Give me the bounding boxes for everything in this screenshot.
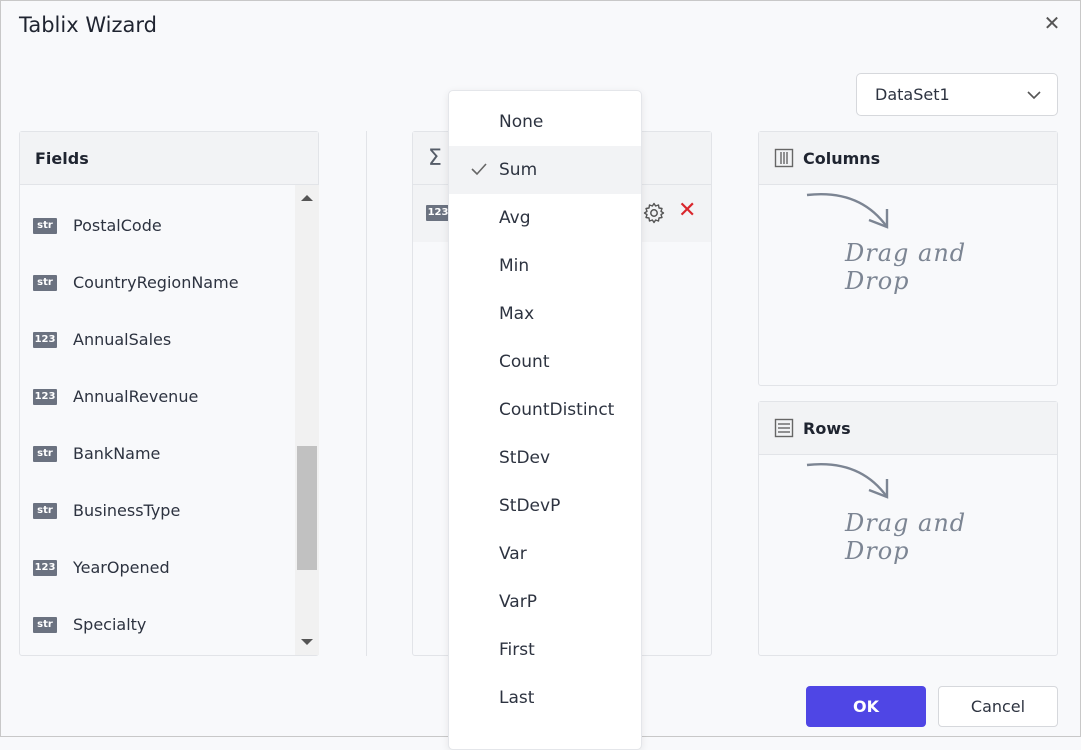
menu-item-label: Min xyxy=(499,256,530,276)
menu-item-first[interactable]: First xyxy=(449,626,641,674)
menu-item-min[interactable]: Min xyxy=(449,242,641,290)
menu-item-varp[interactable]: VarP xyxy=(449,578,641,626)
columns-icon xyxy=(774,148,794,168)
cancel-button[interactable]: Cancel xyxy=(938,686,1058,727)
ok-button[interactable]: OK xyxy=(806,686,926,727)
menu-item-count[interactable]: Count xyxy=(449,338,641,386)
number-type-icon: 123 xyxy=(426,205,450,221)
fields-panel: Fields str PostalCode str CountryRegionName… xyxy=(19,131,319,656)
scroll-thumb[interactable] xyxy=(297,446,317,570)
field-item[interactable]: str Specialty xyxy=(20,596,295,653)
scroll-up-icon[interactable] xyxy=(301,195,313,201)
chevron-down-icon xyxy=(1027,91,1041,100)
field-name: AnnualRevenue xyxy=(73,387,199,406)
menu-item-label: Last xyxy=(499,688,535,708)
rows-title: Rows xyxy=(803,418,851,438)
rows-header: Rows xyxy=(759,402,1057,455)
menu-item-last[interactable]: Last xyxy=(449,674,641,722)
menu-item-stdev[interactable]: StDev xyxy=(449,434,641,482)
dataset-value: DataSet1 xyxy=(875,85,950,104)
menu-item-countdistinct[interactable]: CountDistinct xyxy=(449,386,641,434)
field-item[interactable]: 123 YearOpened xyxy=(20,539,295,596)
menu-item-label: None xyxy=(499,112,544,132)
menu-item-avg[interactable]: Avg xyxy=(449,194,641,242)
arrow-icon xyxy=(806,463,889,499)
columns-header: Columns xyxy=(759,132,1057,185)
menu-item-label: Sum xyxy=(499,160,538,180)
dialog-title: Tablix Wizard xyxy=(19,13,157,37)
fields-header: Fields xyxy=(20,132,318,185)
panel-divider xyxy=(366,131,367,656)
field-item[interactable]: str PostalCode xyxy=(20,197,295,254)
menu-item-stdevp[interactable]: StDevP xyxy=(449,482,641,530)
menu-item-var[interactable]: Var xyxy=(449,530,641,578)
number-type-icon: 123 xyxy=(33,388,57,405)
field-name: CountryRegionName xyxy=(73,273,239,292)
menu-item-label: VarP xyxy=(499,592,537,612)
dataset-dropdown[interactable]: DataSet1 xyxy=(856,73,1058,116)
field-name: PostalCode xyxy=(73,216,162,235)
menu-item-none[interactable]: None xyxy=(449,98,641,146)
field-name: BankName xyxy=(73,444,161,463)
string-type-icon: str xyxy=(33,502,57,519)
rows-icon xyxy=(774,418,794,438)
rows-panel: Rows Drag and Drop xyxy=(758,401,1058,656)
menu-item-label: CountDistinct xyxy=(499,400,615,420)
string-type-icon: str xyxy=(33,616,57,633)
field-name: AnnualSales xyxy=(73,330,172,349)
number-type-icon: 123 xyxy=(33,559,57,576)
field-name: BusinessType xyxy=(73,501,181,520)
columns-title: Columns xyxy=(803,148,881,168)
menu-item-label: Max xyxy=(499,304,535,324)
aggregate-menu: None Sum Avg Min Max Count CountDistinct StDev S… xyxy=(448,90,642,750)
string-type-icon: str xyxy=(33,445,57,462)
field-item[interactable]: str BankName xyxy=(20,425,295,482)
menu-item-label: Avg xyxy=(499,208,531,228)
menu-item-label: StDevP xyxy=(499,496,561,516)
menu-item-label: First xyxy=(499,640,535,660)
field-name: Specialty xyxy=(73,615,147,634)
menu-item-max[interactable]: Max xyxy=(449,290,641,338)
number-type-icon: 123 xyxy=(33,331,57,348)
field-item[interactable]: 123 AnnualSales xyxy=(20,311,295,368)
field-list: str PostalCode str CountryRegionName 123 Annu… xyxy=(20,185,295,655)
field-item[interactable]: str BusinessType xyxy=(20,482,295,539)
string-type-icon: str xyxy=(33,274,57,291)
fields-scrollbar[interactable] xyxy=(295,185,319,655)
check-icon xyxy=(471,163,487,176)
arrow-icon xyxy=(806,193,889,229)
menu-item-label: StDev xyxy=(499,448,551,468)
menu-item-label: Count xyxy=(499,352,550,372)
columns-panel: Columns Drag and Drop xyxy=(758,131,1058,386)
close-icon: ✕ xyxy=(1043,11,1061,35)
columns-placeholder: Drag and Drop xyxy=(845,239,967,295)
menu-item-sum[interactable]: Sum xyxy=(449,146,641,194)
rows-placeholder: Drag and Drop xyxy=(845,509,967,565)
field-name: YearOpened xyxy=(73,558,170,577)
columns-drop-zone[interactable]: Drag and Drop xyxy=(805,187,1025,295)
field-item[interactable]: 123 AnnualRevenue xyxy=(20,368,295,425)
remove-icon[interactable]: ✕ xyxy=(678,199,696,223)
menu-item-label: Var xyxy=(499,544,527,564)
rows-drop-zone[interactable]: Drag and Drop xyxy=(805,457,1025,565)
close-button[interactable]: ✕ xyxy=(1041,12,1063,34)
string-type-icon: str xyxy=(33,217,57,234)
gear-icon[interactable] xyxy=(642,201,666,225)
field-item[interactable]: str CountryRegionName xyxy=(20,254,295,311)
scroll-down-icon[interactable] xyxy=(301,639,313,645)
